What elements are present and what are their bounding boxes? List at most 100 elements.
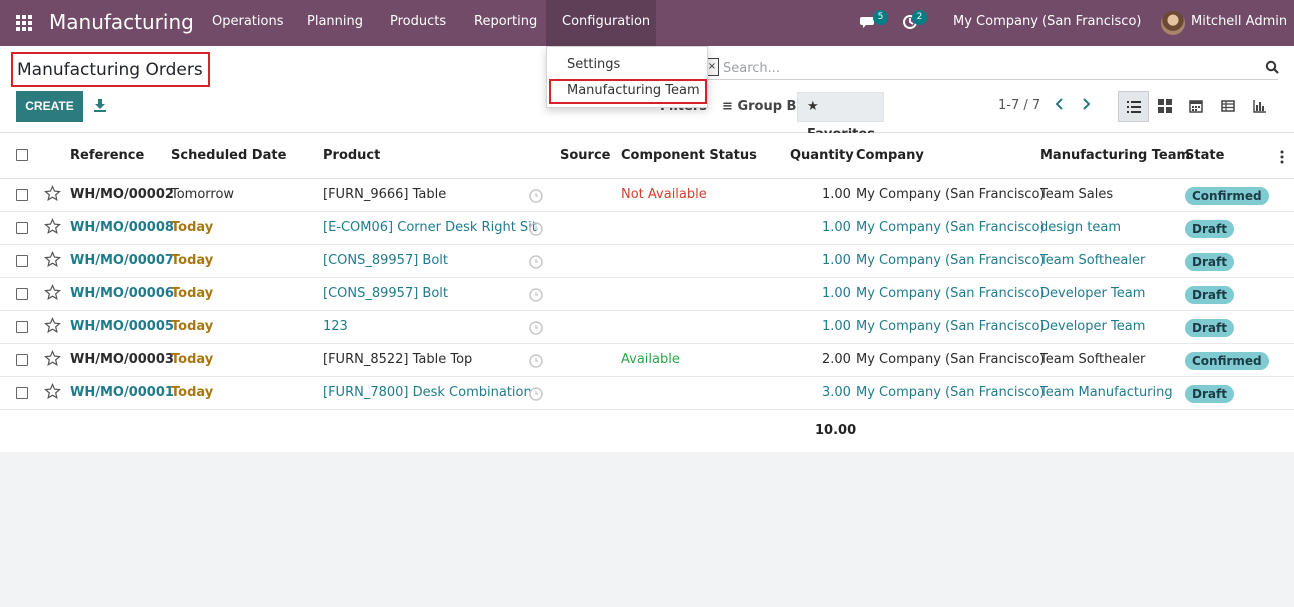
clock-icon[interactable] [529,354,543,368]
table-row[interactable]: WH/MO/00007 Today [CONS_89957] Bolt 1.00… [0,245,1294,278]
create-button[interactable]: CREATE [16,91,83,122]
select-all-checkbox[interactable] [16,149,28,161]
clock-icon[interactable] [529,387,543,401]
row-product: 123 [323,319,348,334]
row-scheduled-date: Today [171,385,214,400]
star-icon[interactable] [44,383,61,400]
menu-products[interactable]: Products [390,14,446,29]
pager-value[interactable]: 1-7 / 7 [998,98,1040,113]
download-icon[interactable] [93,98,107,112]
row-component-status: Not Available [621,187,707,202]
dropdown-item-manufacturing-team[interactable]: Manufacturing Team [567,83,700,98]
row-checkbox[interactable] [16,321,28,333]
menu-operations[interactable]: Operations [212,14,283,29]
list-view-icon [1127,101,1141,113]
table-row[interactable]: WH/MO/00006 Today [CONS_89957] Bolt 1.00… [0,278,1294,311]
row-reference: WH/MO/00005 [70,319,174,334]
row-quantity: 2.00 [822,352,851,367]
apps-grid-icon[interactable] [16,15,32,31]
row-checkbox[interactable] [16,387,28,399]
graph-view-icon [1253,100,1266,113]
row-checkbox[interactable] [16,255,28,267]
row-scheduled-date: Today [171,253,214,268]
column-quantity[interactable]: Quantity [790,148,854,163]
row-team: Team Softhealer [1040,352,1146,367]
dropdown-item-settings[interactable]: Settings [567,57,620,72]
clock-icon[interactable] [529,288,543,302]
row-quantity: 1.00 [822,253,851,268]
search-input[interactable] [723,59,1243,77]
row-product: [E-COM06] Corner Desk Right Sit [323,220,537,235]
row-checkbox[interactable] [16,288,28,300]
clock-icon[interactable] [529,189,543,203]
row-reference: WH/MO/00001 [70,385,174,400]
row-reference: WH/MO/00007 [70,253,174,268]
row-company: My Company (San Francisco) [856,220,1045,235]
table-row[interactable]: WH/MO/00002 Tomorrow [FURN_9666] Table N… [0,179,1294,212]
row-quantity: 1.00 [822,220,851,235]
row-product: [FURN_8522] Table Top [323,352,473,367]
row-checkbox[interactable] [16,189,28,201]
kebab-icon[interactable] [1280,150,1284,164]
row-quantity: 3.00 [822,385,851,400]
user-menu[interactable]: Mitchell Admin [1191,14,1287,29]
status-badge: Draft [1185,286,1234,304]
groupby-label: Group By [737,99,805,114]
star-icon[interactable] [44,185,61,202]
table-row[interactable]: WH/MO/00005 Today 123 1.00 My Company (S… [0,311,1294,344]
row-scheduled-date: Tomorrow [171,187,235,202]
row-company: My Company (San Francisco) [856,187,1045,202]
row-quantity: 1.00 [822,319,851,334]
row-company: My Company (San Francisco) [856,352,1045,367]
column-state[interactable]: State [1185,148,1224,163]
column-reference[interactable]: Reference [70,148,144,163]
chevron-left-icon[interactable] [1053,96,1065,112]
pivot-view-button[interactable] [1213,91,1244,122]
menu-reporting[interactable]: Reporting [474,14,537,29]
search-bar: × [705,56,1279,80]
chevron-right-icon[interactable] [1081,96,1093,112]
star-icon[interactable] [44,218,61,235]
graph-view-button[interactable] [1245,91,1276,122]
column-manufacturing-team[interactable]: Manufacturing Team [1040,148,1190,163]
row-checkbox[interactable] [16,222,28,234]
table-row[interactable]: WH/MO/00008 Today [E-COM06] Corner Desk … [0,212,1294,245]
column-source[interactable]: Source [560,148,610,163]
star-icon[interactable] [44,317,61,334]
row-team: design team [1040,220,1121,235]
favorites-button[interactable]: ★ Favorites [797,92,884,142]
clock-icon[interactable] [529,222,543,236]
kanban-view-button[interactable] [1150,91,1181,122]
column-component-status[interactable]: Component Status [621,148,757,163]
table-row[interactable]: WH/MO/00003 Today [FURN_8522] Table Top … [0,344,1294,377]
menu-planning[interactable]: Planning [307,14,363,29]
column-scheduled-date[interactable]: Scheduled Date [171,148,286,163]
list-view-button[interactable] [1118,91,1149,122]
row-reference: WH/MO/00006 [70,286,174,301]
clock-icon[interactable] [529,255,543,269]
star-icon[interactable] [44,284,61,301]
groupby-button[interactable]: ≡ Group By [722,99,805,114]
star-icon[interactable] [44,350,61,367]
column-company[interactable]: Company [856,148,924,163]
table-row[interactable]: WH/MO/00001 Today [FURN_7800] Desk Combi… [0,377,1294,410]
status-badge: Draft [1185,385,1234,403]
row-checkbox[interactable] [16,354,28,366]
title-highlight-box: Manufacturing Orders [11,52,210,87]
company-switcher[interactable]: My Company (San Francisco) [953,14,1141,29]
kanban-view-icon [1158,99,1172,113]
groupby-icon: ≡ [722,99,733,114]
row-team: Team Manufacturing [1040,385,1173,400]
calendar-view-icon [1189,100,1203,113]
calendar-view-button[interactable] [1181,91,1212,122]
app-title[interactable]: Manufacturing [49,10,194,34]
column-product[interactable]: Product [323,148,380,163]
clock-icon[interactable] [529,321,543,335]
search-icon[interactable] [1265,60,1279,74]
row-quantity: 1.00 [822,187,851,202]
menu-configuration[interactable]: Configuration [562,14,650,29]
row-scheduled-date: Today [171,286,214,301]
star-icon[interactable] [44,251,61,268]
table-header: Reference Scheduled Date Product Source … [0,133,1294,179]
avatar[interactable] [1161,11,1185,35]
